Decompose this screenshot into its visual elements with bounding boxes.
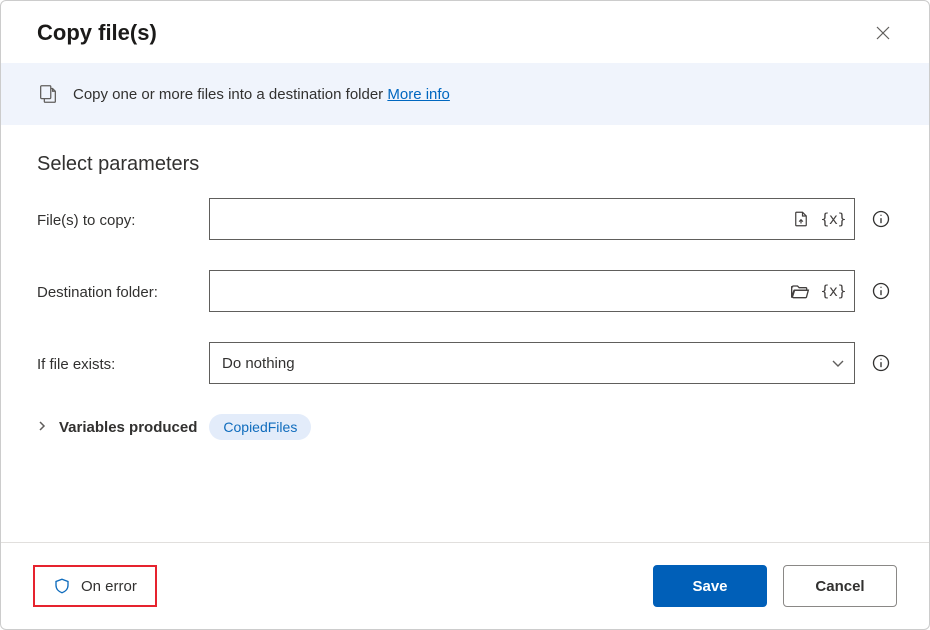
copy-files-icon bbox=[37, 83, 59, 105]
destination-input-wrapper: {x} bbox=[209, 270, 855, 312]
if-exists-label: If file exists: bbox=[37, 354, 209, 373]
variable-pill-copiedfiles[interactable]: CopiedFiles bbox=[209, 414, 311, 440]
variables-produced-label: Variables produced bbox=[59, 419, 197, 436]
dialog-body: Select parameters File(s) to copy: {x} bbox=[1, 125, 929, 542]
if-exists-select[interactable]: Do nothing bbox=[209, 342, 855, 384]
info-banner: Copy one or more files into a destinatio… bbox=[1, 63, 929, 125]
browse-file-icon[interactable] bbox=[792, 210, 810, 228]
cancel-button[interactable]: Cancel bbox=[783, 565, 897, 607]
files-to-copy-label: File(s) to copy: bbox=[37, 210, 209, 229]
dialog-title: Copy file(s) bbox=[37, 20, 157, 46]
close-icon bbox=[875, 25, 891, 41]
variables-produced-row: Variables produced CopiedFiles bbox=[37, 414, 893, 440]
chevron-down-icon bbox=[830, 355, 846, 371]
param-row-files-to-copy: File(s) to copy: {x} bbox=[37, 198, 893, 240]
info-icon-destination[interactable] bbox=[869, 279, 893, 303]
on-error-button[interactable]: On error bbox=[33, 565, 157, 607]
variable-picker-icon[interactable]: {x} bbox=[820, 210, 846, 228]
banner-text: Copy one or more files into a destinatio… bbox=[73, 86, 383, 103]
browse-folder-icon[interactable] bbox=[790, 282, 810, 300]
files-to-copy-input[interactable] bbox=[222, 199, 792, 239]
info-banner-text: Copy one or more files into a destinatio… bbox=[73, 86, 450, 103]
destination-label: Destination folder: bbox=[37, 282, 209, 301]
dialog-header: Copy file(s) bbox=[1, 1, 929, 63]
dialog: Copy file(s) Copy one or more files into… bbox=[0, 0, 930, 630]
on-error-label: On error bbox=[81, 578, 137, 595]
info-icon-files-to-copy[interactable] bbox=[869, 207, 893, 231]
destination-input[interactable] bbox=[222, 271, 790, 311]
dialog-footer: On error Save Cancel bbox=[1, 542, 929, 629]
shield-icon bbox=[53, 577, 71, 595]
save-button[interactable]: Save bbox=[653, 565, 767, 607]
variable-picker-icon[interactable]: {x} bbox=[820, 282, 846, 300]
info-icon-if-exists[interactable] bbox=[869, 351, 893, 375]
files-to-copy-input-wrapper: {x} bbox=[209, 198, 855, 240]
variables-expand-toggle[interactable] bbox=[37, 420, 47, 434]
param-row-destination: Destination folder: {x} bbox=[37, 270, 893, 312]
section-title: Select parameters bbox=[37, 153, 893, 176]
close-button[interactable] bbox=[869, 19, 897, 47]
param-row-if-exists: If file exists: Do nothing bbox=[37, 342, 893, 384]
chevron-right-icon bbox=[37, 421, 47, 431]
more-info-link[interactable]: More info bbox=[387, 86, 450, 103]
if-exists-value: Do nothing bbox=[222, 355, 295, 372]
